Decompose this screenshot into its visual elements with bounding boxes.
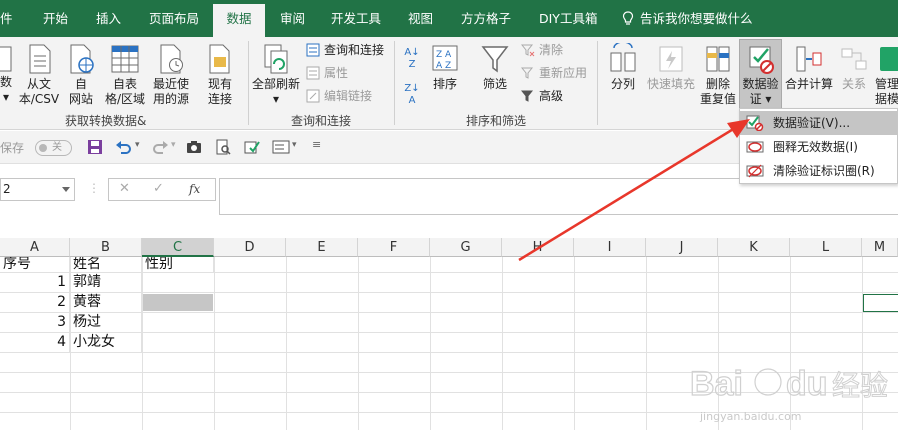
svg-text:du: du [786,365,828,403]
svg-text:Bai: Bai [690,365,743,403]
svg-text:经验: 经验 [832,369,888,402]
watermark-url: jingyan.baidu.com [700,410,802,423]
